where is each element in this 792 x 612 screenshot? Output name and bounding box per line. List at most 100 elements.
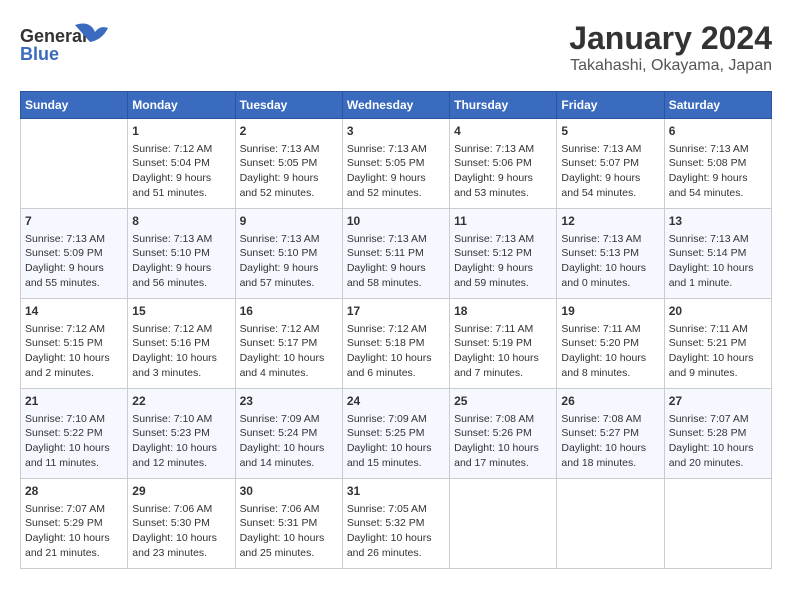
day-info: Sunrise: 7:06 AMSunset: 5:30 PMDaylight:… [132,502,230,561]
calendar-cell: 31Sunrise: 7:05 AMSunset: 5:32 PMDayligh… [342,479,449,569]
logo-svg: General Blue [20,20,110,65]
calendar-cell: 2 Sunrise: 7:13 AMSunset: 5:05 PMDaylight… [235,119,342,209]
day-info: Sunrise: 7:13 AMSunset: 5:06 PMDaylight:… [454,142,552,201]
weekday-header: Saturday [664,92,771,119]
day-info: Sunrise: 7:13 AMSunset: 5:13 PMDaylight:… [561,232,659,291]
day-number: 23 [240,393,338,410]
calendar-cell: 6 Sunrise: 7:13 AMSunset: 5:08 PMDaylight… [664,119,771,209]
calendar-cell: 8 Sunrise: 7:13 AMSunset: 5:10 PMDaylight… [128,209,235,299]
calendar-cell: 10 Sunrise: 7:13 AMSunset: 5:11 PMDayligh… [342,209,449,299]
weekday-header: Sunday [21,92,128,119]
day-info: Sunrise: 7:12 AMSunset: 5:18 PMDaylight:… [347,322,445,381]
day-number: 8 [132,213,230,230]
day-number: 7 [25,213,123,230]
day-info: Sunrise: 7:12 AMSunset: 5:04 PMDaylight:… [132,142,230,201]
day-info: Sunrise: 7:07 AMSunset: 5:29 PMDaylight:… [25,502,123,561]
page-header: General Blue January 2024 Takahashi, Oka… [20,20,772,75]
weekday-header: Friday [557,92,664,119]
day-number: 10 [347,213,445,230]
day-info: Sunrise: 7:13 AMSunset: 5:07 PMDaylight:… [561,142,659,201]
day-number: 6 [669,123,767,140]
svg-text:Blue: Blue [20,44,59,64]
calendar-cell: 13Sunrise: 7:13 AMSunset: 5:14 PMDayligh… [664,209,771,299]
day-info: Sunrise: 7:12 AMSunset: 5:15 PMDaylight:… [25,322,123,381]
calendar-cell: 5 Sunrise: 7:13 AMSunset: 5:07 PMDaylight… [557,119,664,209]
calendar-cell: 7 Sunrise: 7:13 AMSunset: 5:09 PMDaylight… [21,209,128,299]
day-number: 21 [25,393,123,410]
day-number: 15 [132,303,230,320]
day-info: Sunrise: 7:11 AMSunset: 5:21 PMDaylight:… [669,322,767,381]
calendar-cell: 19Sunrise: 7:11 AMSunset: 5:20 PMDayligh… [557,299,664,389]
calendar-cell: 18 Sunrise: 7:11 AMSunset: 5:19 PMDayligh… [450,299,557,389]
day-number: 22 [132,393,230,410]
day-number: 18 [454,303,552,320]
day-number: 20 [669,303,767,320]
calendar-cell: 3 Sunrise: 7:13 AMSunset: 5:05 PMDaylight… [342,119,449,209]
weekday-row: SundayMondayTuesdayWednesdayThursdayFrid… [21,92,772,119]
calendar-table: SundayMondayTuesdayWednesdayThursdayFrid… [20,91,772,569]
day-info: Sunrise: 7:12 AMSunset: 5:17 PMDaylight:… [240,322,338,381]
day-info: Sunrise: 7:07 AMSunset: 5:28 PMDaylight:… [669,412,767,471]
day-number: 31 [347,483,445,500]
day-number: 30 [240,483,338,500]
day-number: 1 [132,123,230,140]
calendar-week-row: 14Sunrise: 7:12 AMSunset: 5:15 PMDayligh… [21,299,772,389]
day-info: Sunrise: 7:13 AMSunset: 5:09 PMDaylight:… [25,232,123,291]
day-info: Sunrise: 7:13 AMSunset: 5:14 PMDaylight:… [669,232,767,291]
day-info: Sunrise: 7:08 AMSunset: 5:27 PMDaylight:… [561,412,659,471]
weekday-header: Monday [128,92,235,119]
day-number: 4 [454,123,552,140]
day-info: Sunrise: 7:13 AMSunset: 5:10 PMDaylight:… [132,232,230,291]
calendar-cell: 25Sunrise: 7:08 AMSunset: 5:26 PMDayligh… [450,389,557,479]
calendar-cell: 24Sunrise: 7:09 AMSunset: 5:25 PMDayligh… [342,389,449,479]
day-number: 16 [240,303,338,320]
day-number: 26 [561,393,659,410]
calendar-cell [664,479,771,569]
day-info: Sunrise: 7:10 AMSunset: 5:23 PMDaylight:… [132,412,230,471]
day-info: Sunrise: 7:08 AMSunset: 5:26 PMDaylight:… [454,412,552,471]
calendar-cell: 17 Sunrise: 7:12 AMSunset: 5:18 PMDayligh… [342,299,449,389]
day-info: Sunrise: 7:13 AMSunset: 5:05 PMDaylight:… [240,142,338,201]
day-number: 9 [240,213,338,230]
calendar-cell: 20 Sunrise: 7:11 AMSunset: 5:21 PMDayligh… [664,299,771,389]
day-number: 17 [347,303,445,320]
calendar-cell [450,479,557,569]
day-number: 24 [347,393,445,410]
day-number: 5 [561,123,659,140]
calendar-cell: 22 Sunrise: 7:10 AMSunset: 5:23 PMDayligh… [128,389,235,479]
calendar-cell: 4 Sunrise: 7:13 AMSunset: 5:06 PMDaylight… [450,119,557,209]
day-info: Sunrise: 7:13 AMSunset: 5:10 PMDaylight:… [240,232,338,291]
calendar-cell: 26 Sunrise: 7:08 AMSunset: 5:27 PMDayligh… [557,389,664,479]
calendar-week-row: 21Sunrise: 7:10 AMSunset: 5:22 PMDayligh… [21,389,772,479]
day-info: Sunrise: 7:12 AMSunset: 5:16 PMDaylight:… [132,322,230,381]
location-title: Takahashi, Okayama, Japan [569,57,772,75]
day-number: 11 [454,213,552,230]
day-number: 28 [25,483,123,500]
calendar-week-row: 1 Sunrise: 7:12 AMSunset: 5:04 PMDaylight… [21,119,772,209]
calendar-header: SundayMondayTuesdayWednesdayThursdayFrid… [21,92,772,119]
calendar-cell: 9 Sunrise: 7:13 AMSunset: 5:10 PMDaylight… [235,209,342,299]
day-number: 29 [132,483,230,500]
day-number: 27 [669,393,767,410]
month-title: January 2024 [569,20,772,57]
day-number: 3 [347,123,445,140]
calendar-cell: 12 Sunrise: 7:13 AMSunset: 5:13 PMDayligh… [557,209,664,299]
svg-text:General: General [20,26,87,46]
calendar-cell: 11Sunrise: 7:13 AMSunset: 5:12 PMDayligh… [450,209,557,299]
day-info: Sunrise: 7:13 AMSunset: 5:11 PMDaylight:… [347,232,445,291]
weekday-header: Tuesday [235,92,342,119]
title-block: January 2024 Takahashi, Okayama, Japan [569,20,772,75]
weekday-header: Thursday [450,92,557,119]
day-info: Sunrise: 7:13 AMSunset: 5:08 PMDaylight:… [669,142,767,201]
calendar-cell: 28 Sunrise: 7:07 AMSunset: 5:29 PMDayligh… [21,479,128,569]
calendar-cell: 23 Sunrise: 7:09 AMSunset: 5:24 PMDayligh… [235,389,342,479]
day-number: 19 [561,303,659,320]
day-number: 2 [240,123,338,140]
day-info: Sunrise: 7:11 AMSunset: 5:19 PMDaylight:… [454,322,552,381]
calendar-cell: 30Sunrise: 7:06 AMSunset: 5:31 PMDayligh… [235,479,342,569]
logo: General Blue [20,20,110,65]
day-number: 12 [561,213,659,230]
calendar-cell [557,479,664,569]
day-info: Sunrise: 7:09 AMSunset: 5:24 PMDaylight:… [240,412,338,471]
day-info: Sunrise: 7:13 AMSunset: 5:05 PMDaylight:… [347,142,445,201]
